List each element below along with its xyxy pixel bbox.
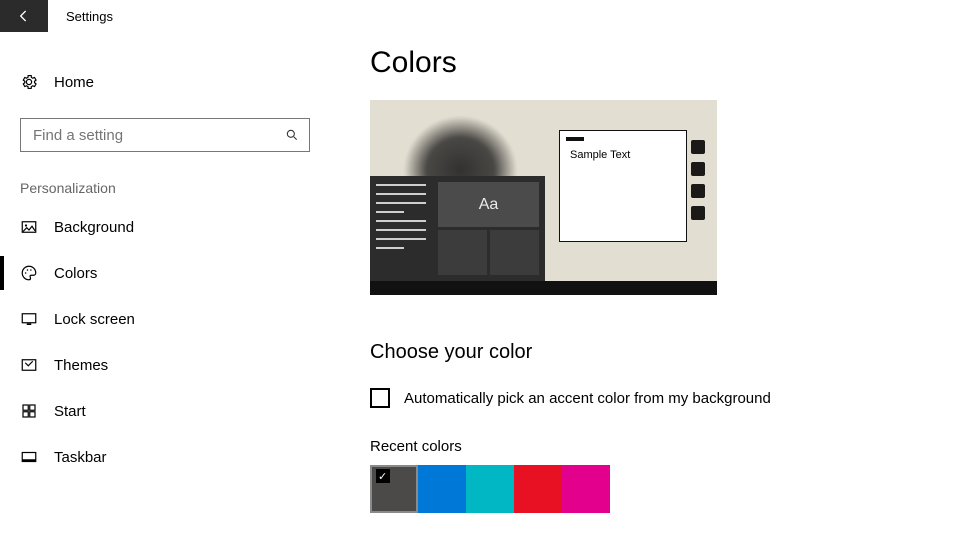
sidebar-item-start[interactable]: Start xyxy=(0,388,330,434)
title-bar: Settings xyxy=(0,0,960,32)
gear-icon xyxy=(20,73,38,91)
palette-icon xyxy=(20,264,38,282)
back-button[interactable] xyxy=(0,0,48,32)
preview-window: Sample Text xyxy=(559,130,687,242)
lock-screen-icon xyxy=(20,310,38,328)
preview-sample-text: Sample Text xyxy=(570,149,630,161)
sidebar-item-lock-screen[interactable]: Lock screen xyxy=(0,296,330,342)
preview-wallpaper-calligraphy xyxy=(691,140,707,220)
start-icon xyxy=(20,402,38,420)
search-input[interactable] xyxy=(20,118,310,152)
recent-colors-row: ✓ xyxy=(370,465,940,513)
recent-colors-label: Recent colors xyxy=(370,438,940,455)
color-swatch[interactable] xyxy=(418,465,466,513)
sidebar-item-colors[interactable]: Colors xyxy=(0,250,330,296)
preview-taskbar xyxy=(370,281,717,295)
picture-icon xyxy=(20,218,38,236)
color-swatch[interactable] xyxy=(562,465,610,513)
app-title: Settings xyxy=(48,9,113,24)
preview-start-menu: Aa xyxy=(370,176,545,281)
home-button[interactable]: Home xyxy=(0,62,330,102)
sidebar-item-themes[interactable]: Themes xyxy=(0,342,330,388)
sidebar-item-taskbar[interactable]: Taskbar xyxy=(0,434,330,480)
search-icon xyxy=(285,128,299,142)
page-title: Colors xyxy=(370,46,940,80)
color-swatch[interactable] xyxy=(466,465,514,513)
sidebar-item-label: Taskbar xyxy=(54,449,107,466)
color-swatch[interactable]: ✓ xyxy=(370,465,418,513)
main-content: Colors Aa Sample Text Choose your color xyxy=(330,32,960,555)
sidebar-item-label: Themes xyxy=(54,357,108,374)
sidebar-item-background[interactable]: Background xyxy=(0,204,330,250)
preview-tile-aa: Aa xyxy=(438,182,539,227)
home-label: Home xyxy=(54,74,94,91)
search-field[interactable] xyxy=(31,126,285,145)
auto-pick-checkbox[interactable]: Automatically pick an accent color from … xyxy=(370,388,940,408)
taskbar-icon xyxy=(20,448,38,466)
sidebar-item-label: Colors xyxy=(54,265,97,282)
sidebar-item-label: Lock screen xyxy=(54,311,135,328)
sidebar: Home Personalization Background Colors L… xyxy=(0,32,330,555)
sidebar-item-label: Background xyxy=(54,219,134,236)
auto-pick-label: Automatically pick an accent color from … xyxy=(404,390,771,407)
color-preview: Aa Sample Text xyxy=(370,100,717,295)
choose-color-heading: Choose your color xyxy=(370,341,940,364)
section-label: Personalization xyxy=(0,152,330,204)
themes-icon xyxy=(20,356,38,374)
color-swatch[interactable] xyxy=(514,465,562,513)
back-arrow-icon xyxy=(16,8,32,24)
checkbox-icon xyxy=(370,388,390,408)
checkmark-icon: ✓ xyxy=(378,470,387,483)
sidebar-item-label: Start xyxy=(54,403,86,420)
